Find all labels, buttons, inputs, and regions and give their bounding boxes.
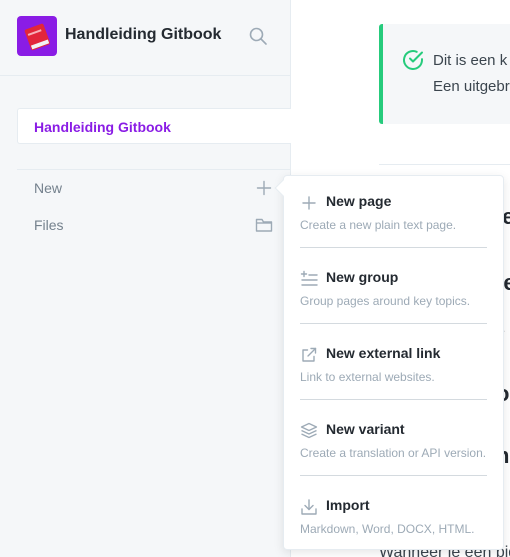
sidebar-header: Handleiding Gitbook bbox=[0, 0, 290, 76]
menu-item-new-external-link[interactable]: New external link Link to external websi… bbox=[284, 345, 503, 405]
menu-item-title: New page bbox=[326, 193, 392, 209]
menu-item-title: New variant bbox=[326, 421, 405, 437]
folder-icon[interactable] bbox=[254, 215, 274, 235]
divider bbox=[17, 169, 290, 170]
sidebar: Handleiding Gitbook Handleiding Gitbook … bbox=[0, 0, 291, 557]
plus-icon bbox=[300, 194, 318, 212]
menu-item-new-group[interactable]: New group Group pages around key topics. bbox=[284, 269, 503, 329]
download-icon bbox=[300, 498, 318, 516]
menu-item-import[interactable]: Import Markdown, Word, DOCX, HTML. bbox=[284, 497, 503, 557]
space-item-label: Handleiding Gitbook bbox=[34, 119, 171, 135]
menu-item-title: New group bbox=[326, 269, 399, 285]
menu-item-new-page[interactable]: New page Create a new plain text page. bbox=[284, 193, 503, 253]
menu-item-description: Create a translation or API version. bbox=[300, 446, 487, 460]
check-circle-icon bbox=[401, 48, 425, 72]
sidebar-item-label: Files bbox=[34, 217, 64, 233]
menu-item-title: Import bbox=[326, 497, 370, 513]
hint-line-2: Een uitgebr bbox=[433, 78, 510, 95]
sidebar-item-label: New bbox=[34, 180, 63, 196]
external-link-icon bbox=[300, 346, 318, 364]
layers-icon bbox=[300, 422, 318, 440]
menu-item-description: Link to external websites. bbox=[300, 370, 435, 384]
new-item-menu: New page Create a new plain text page. N… bbox=[274, 175, 504, 550]
space-item-handleiding[interactable]: Handleiding Gitbook bbox=[17, 108, 291, 144]
menu-separator bbox=[300, 475, 487, 476]
hint-line-1: Dit is een k bbox=[433, 52, 508, 69]
sidebar-item-new[interactable]: New bbox=[17, 173, 274, 203]
menu-item-description: Create a new plain text page. bbox=[300, 218, 457, 232]
menu-separator bbox=[300, 399, 487, 400]
search-icon[interactable] bbox=[248, 26, 268, 46]
site-title[interactable]: Handleiding Gitbook bbox=[65, 26, 221, 44]
menu-item-description: Markdown, Word, DOCX, HTML. bbox=[300, 522, 475, 536]
menu-item-description: Group pages around key topics. bbox=[300, 294, 471, 308]
menu-separator bbox=[300, 247, 487, 248]
divider bbox=[379, 164, 510, 165]
plus-icon[interactable] bbox=[254, 178, 274, 198]
menu-separator bbox=[300, 323, 487, 324]
menu-item-new-variant[interactable]: New variant Create a translation or API … bbox=[284, 421, 503, 481]
group-list-icon bbox=[300, 270, 318, 288]
book-logo-icon[interactable] bbox=[17, 16, 57, 56]
sidebar-item-files[interactable]: Files bbox=[17, 210, 274, 240]
menu-item-title: New external link bbox=[326, 345, 441, 361]
success-hint: Dit is een k Een uitgebr bbox=[379, 24, 510, 124]
